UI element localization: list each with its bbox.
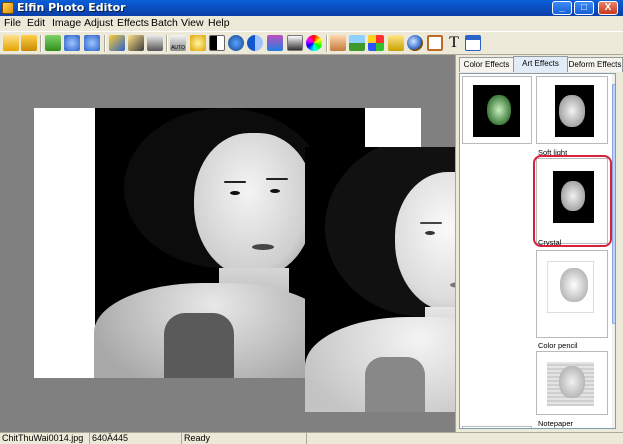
effect-thumbnail-notepaper[interactable]	[536, 351, 608, 415]
menu-file[interactable]: File	[4, 17, 21, 29]
magnify-icon[interactable]	[407, 35, 423, 51]
face-shape	[559, 366, 585, 398]
crop-icon[interactable]	[128, 35, 144, 51]
auto-levels-icon[interactable]: AUTO	[170, 35, 186, 51]
menu-image[interactable]: Image	[52, 17, 81, 29]
toolbar: AUTO T	[0, 31, 623, 55]
effect-preview	[547, 261, 594, 313]
effect-preview	[547, 85, 594, 137]
selection-highlight	[533, 155, 612, 247]
menu-view[interactable]: View	[181, 17, 204, 29]
toolbar-separator	[166, 35, 168, 52]
toolbar-separator	[40, 35, 42, 52]
gallery-scrollbar[interactable]	[612, 74, 615, 428]
menu-adjust[interactable]: Adjust	[84, 17, 113, 29]
label-color-pencil: Color pencil	[538, 341, 578, 350]
brow-shape	[266, 178, 288, 180]
face-shape	[560, 268, 588, 302]
open-icon[interactable]	[3, 35, 19, 51]
effect-thumbnail-soft-light[interactable]	[536, 76, 608, 144]
eye-shape	[425, 231, 435, 235]
dress-shape	[164, 313, 234, 378]
photo-padding	[34, 108, 95, 378]
contrast-icon[interactable]	[209, 35, 225, 51]
effect-preview	[473, 85, 520, 137]
eye-shape	[270, 189, 280, 193]
window-icon[interactable]	[465, 35, 481, 51]
photo-padding	[365, 108, 421, 148]
image-canvas[interactable]	[0, 55, 533, 432]
lip-shape	[252, 244, 274, 250]
effect-preview	[547, 362, 594, 406]
eye-shape	[230, 191, 240, 195]
resize-icon[interactable]	[147, 35, 163, 51]
tab-color-effects[interactable]: Color Effects	[459, 57, 514, 72]
palette-icon[interactable]	[368, 35, 384, 51]
toolbar-separator	[104, 35, 106, 52]
people-icon[interactable]	[330, 35, 346, 51]
close-button[interactable]: X	[598, 1, 618, 15]
saturation-icon[interactable]	[247, 35, 263, 51]
status-dimensions: 640Ä445	[90, 433, 182, 444]
rotate-icon[interactable]	[109, 35, 125, 51]
label-notepaper: Notepaper	[538, 419, 574, 428]
app-icon	[2, 2, 14, 14]
save-icon[interactable]	[21, 35, 37, 51]
tab-deform-effects[interactable]: Deform Effects	[567, 57, 623, 72]
menu-bar: File Edit Image Adjust Effects Batch Vie…	[0, 16, 623, 31]
status-bar: ChitThuWai0014.jpg 640Ä445 Ready	[0, 432, 623, 444]
brow-shape	[224, 181, 246, 183]
effects-panel: Color Effects Art Effects Deform Effects…	[455, 55, 623, 432]
title-bar: Elfin Photo Editor _ □ X	[0, 0, 623, 16]
back-icon[interactable]	[45, 35, 61, 51]
menu-edit[interactable]: Edit	[27, 17, 45, 29]
maximize-button[interactable]: □	[574, 1, 594, 15]
menu-effects[interactable]: Effects	[117, 17, 149, 29]
effect-thumbnail-color-pencil[interactable]	[536, 250, 608, 338]
color-wheel-icon[interactable]	[306, 35, 322, 51]
scrollbar-thumb[interactable]	[612, 84, 615, 324]
menu-batch[interactable]: Batch	[151, 17, 178, 29]
undo-icon[interactable]	[64, 35, 80, 51]
hue-icon[interactable]	[267, 35, 283, 51]
brow-shape	[420, 222, 442, 224]
tab-art-effects[interactable]: Art Effects	[513, 56, 568, 72]
photo-padding	[547, 85, 555, 137]
grayscale-icon[interactable]	[287, 35, 303, 51]
effects-gallery: Soft light Crystal Color pencil Notepape…	[459, 73, 616, 429]
dress-shape	[365, 357, 425, 412]
status-filename: ChitThuWai0014.jpg	[0, 433, 90, 444]
text-icon[interactable]: T	[446, 35, 462, 51]
color-balance-icon[interactable]	[228, 35, 244, 51]
menu-help[interactable]: Help	[208, 17, 230, 29]
picture-icon[interactable]	[349, 35, 365, 51]
effect-thumbnail[interactable]	[462, 76, 532, 144]
minimize-button[interactable]: _	[552, 1, 572, 15]
status-state: Ready	[182, 433, 307, 444]
frame-icon[interactable]	[388, 35, 404, 51]
face-shape	[194, 133, 314, 278]
toolbar-separator	[326, 35, 328, 52]
brightness-icon[interactable]	[190, 35, 206, 51]
redo-icon[interactable]	[84, 35, 100, 51]
face-shape	[487, 95, 511, 125]
effect-thumbnail[interactable]	[462, 426, 532, 428]
window-title: Elfin Photo Editor	[17, 1, 126, 14]
face-shape	[559, 95, 585, 127]
border-icon[interactable]	[427, 35, 443, 51]
